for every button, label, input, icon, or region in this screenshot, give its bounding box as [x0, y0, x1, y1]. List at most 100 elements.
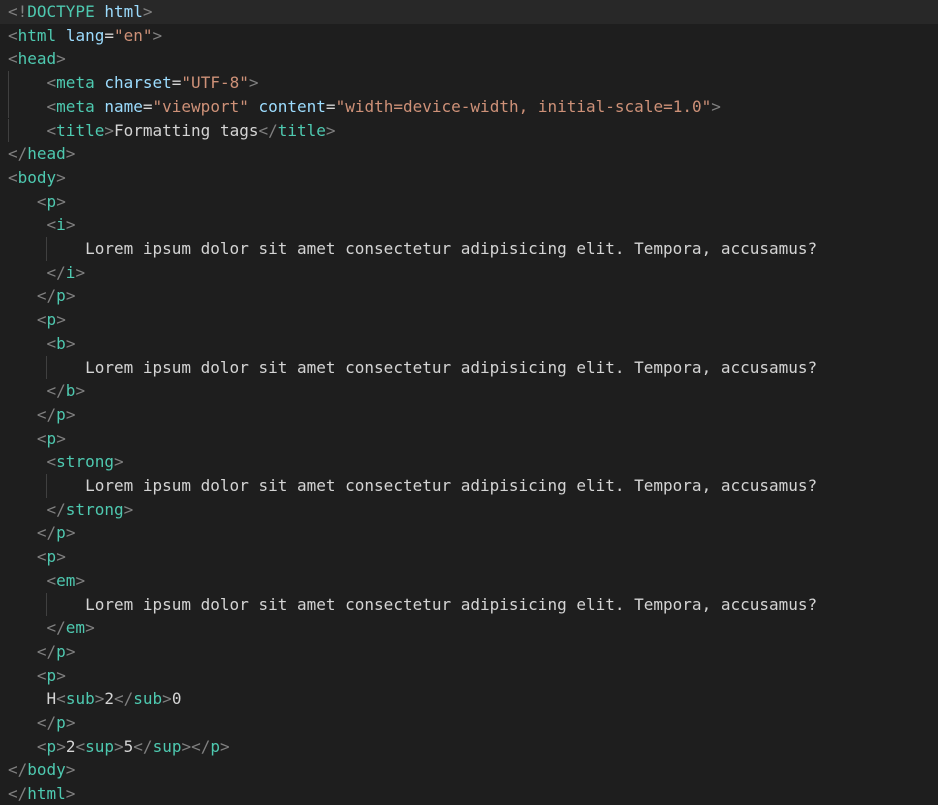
code-line[interactable]: <p> — [0, 308, 938, 332]
code-line[interactable]: H<sub>2</sub>0 — [0, 687, 938, 711]
code-line[interactable]: <meta name="viewport" content="width=dev… — [0, 94, 938, 119]
code-token: p — [56, 641, 66, 661]
code-token: i — [56, 215, 66, 235]
code-token: > — [56, 191, 66, 211]
code-token: > — [152, 25, 163, 45]
code-token: Lorem ipsum dolor sit amet consectetur a… — [85, 476, 818, 495]
code-line[interactable]: </p> — [0, 711, 938, 735]
code-token: > — [65, 713, 76, 732]
code-token: > — [56, 665, 66, 685]
code-line[interactable]: </p> — [0, 640, 938, 664]
code-text: H<sub>2</sub>0 — [8, 687, 182, 711]
code-line[interactable]: </i> — [0, 261, 938, 285]
code-line[interactable]: </b> — [0, 379, 938, 403]
code-token: DOCTYPE — [27, 2, 95, 21]
code-line[interactable]: <p> — [0, 664, 938, 688]
code-token: H — [46, 689, 57, 709]
code-text: </p> — [8, 711, 76, 735]
code-token: > — [75, 381, 86, 401]
code-token: < — [36, 547, 47, 567]
code-line[interactable]: </p> — [0, 521, 938, 545]
code-token: b — [56, 333, 66, 353]
code-text: </body> — [8, 758, 75, 782]
code-token: > — [65, 333, 76, 353]
code-line[interactable]: </body> — [0, 758, 938, 782]
code-line[interactable]: Lorem ipsum dolor sit amet consectetur a… — [0, 355, 938, 380]
code-line[interactable]: <b> — [0, 332, 938, 356]
code-token: p — [46, 736, 57, 756]
code-line[interactable]: Lorem ipsum dolor sit amet consectetur a… — [0, 474, 938, 498]
code-token: > — [65, 404, 76, 424]
code-token: p — [56, 404, 66, 424]
code-token: p — [46, 665, 57, 685]
code-line[interactable]: </em> — [0, 616, 938, 640]
code-line[interactable]: <p> — [0, 190, 938, 214]
code-text: <body> — [8, 166, 66, 190]
code-token: html — [104, 2, 143, 21]
code-line[interactable]: </p> — [0, 284, 938, 308]
code-token: > — [65, 784, 76, 804]
code-line[interactable]: </p> — [0, 403, 938, 427]
code-line[interactable]: <i> — [0, 213, 938, 237]
code-token: < — [56, 689, 66, 709]
code-token: </ — [133, 736, 153, 756]
code-line[interactable]: <title>Formatting tags</title> — [0, 118, 938, 143]
code-editor[interactable]: <!DOCTYPE html> <html lang="en"> <head> <m… — [0, 0, 938, 805]
code-line[interactable]: </head> — [0, 142, 938, 166]
code-token: strong — [56, 452, 114, 472]
code-token: </ — [8, 144, 28, 164]
code-token: 5 — [123, 736, 134, 756]
code-token: > — [94, 689, 105, 709]
code-text: <b> — [8, 332, 76, 356]
code-token: sub — [65, 689, 95, 709]
code-token: Lorem ipsum dolor sit amet consectetur a… — [85, 357, 818, 377]
code-text: </head> — [8, 142, 75, 166]
code-text: <html lang="en"> — [8, 24, 162, 48]
code-token: p — [46, 428, 57, 448]
code-line[interactable]: <p> — [0, 427, 938, 451]
code-line[interactable]: </html> — [0, 782, 938, 805]
code-token: < — [46, 73, 57, 93]
code-line[interactable]: <em> — [0, 569, 938, 593]
code-line[interactable]: <head> — [0, 47, 938, 71]
code-token: </ — [114, 689, 134, 709]
code-token: > — [85, 618, 95, 638]
code-line[interactable]: <html lang="en"> — [0, 24, 938, 48]
code-token: i — [65, 262, 76, 282]
code-token: </ — [36, 713, 57, 732]
code-token: < — [36, 736, 47, 756]
code-token: "UTF-8" — [181, 73, 249, 93]
code-line[interactable]: Lorem ipsum dolor sit amet consectetur a… — [0, 592, 938, 617]
code-line[interactable]: <meta charset="UTF-8"> — [0, 71, 938, 95]
code-token: sub — [133, 689, 163, 709]
code-token: = — [325, 96, 336, 116]
code-token: </ — [191, 736, 211, 756]
code-token: < — [46, 96, 57, 116]
code-line[interactable]: <p>2<sup>5</sup></p> — [0, 735, 938, 759]
code-token: > — [56, 167, 66, 187]
code-token: 2 — [104, 689, 114, 709]
code-token: body — [27, 760, 66, 780]
code-text: <title>Formatting tags</title> — [8, 119, 336, 143]
code-line[interactable]: </strong> — [0, 498, 938, 522]
code-line[interactable]: Lorem ipsum dolor sit amet consectetur a… — [0, 237, 938, 261]
code-token: charset — [104, 73, 172, 93]
code-text: Lorem ipsum dolor sit amet consectetur a… — [8, 356, 817, 380]
code-token: < — [36, 191, 47, 211]
code-line[interactable]: <!DOCTYPE html> — [0, 0, 938, 24]
code-line[interactable]: <body> — [0, 166, 938, 190]
code-text: </strong> — [8, 498, 134, 522]
code-token: > — [56, 49, 66, 69]
code-line[interactable]: <strong> — [0, 450, 938, 474]
code-line[interactable]: <p> — [0, 545, 938, 569]
code-token: </ — [46, 499, 66, 519]
code-token: lang — [65, 25, 105, 45]
